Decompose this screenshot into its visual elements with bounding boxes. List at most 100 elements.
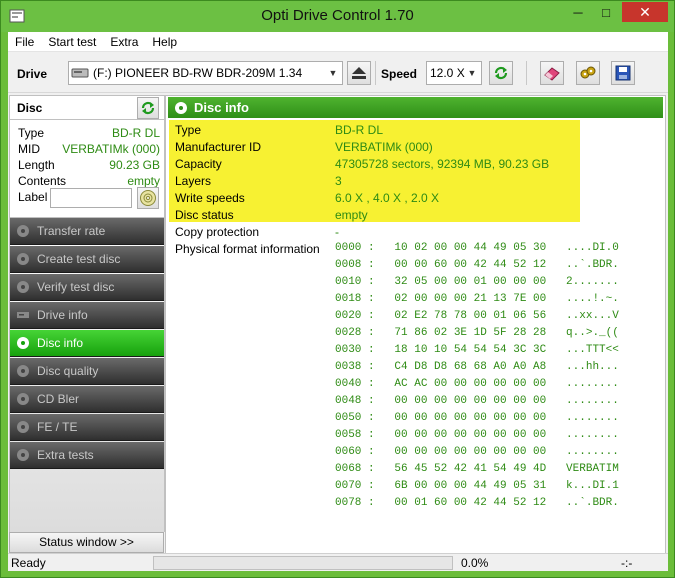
sidebar-item-label: FE / TE <box>37 420 78 434</box>
sidebar-item-disc-info[interactable]: Disc info <box>10 330 164 357</box>
info-value: 3 <box>335 174 342 188</box>
menu-help[interactable]: Help <box>145 35 184 49</box>
drive-icon <box>15 307 31 323</box>
sidebar-item-label: Transfer rate <box>37 224 106 238</box>
sidebar-item-extra-tests[interactable]: Extra tests <box>10 442 164 469</box>
menu-extra[interactable]: Extra <box>103 35 145 49</box>
title-bar[interactable]: Opti Drive Control 1.70 ─ □ ✕ <box>1 1 674 32</box>
hex-line: 0048 : 00 00 00 00 00 00 00 00 ........ <box>335 395 619 407</box>
chevron-down-icon[interactable]: ▼ <box>465 65 479 81</box>
menu-file[interactable]: File <box>8 35 41 49</box>
client-area: File Start test Extra Help Drive (F:) PI… <box>8 32 668 571</box>
apply-label-button[interactable] <box>137 187 159 209</box>
hex-line: 0008 : 00 00 60 00 42 44 52 12 ..`.BDR. <box>335 259 619 271</box>
info-row-type: Type BD-R DL <box>175 123 655 140</box>
gear-icon <box>580 66 596 79</box>
status-bar: Ready 0.0% -:- <box>8 553 668 571</box>
hex-line: 0070 : 6B 00 00 00 44 49 05 31 k...DI.1 <box>335 480 619 492</box>
settings-button[interactable] <box>576 61 600 85</box>
disc-summary-panel: Disc Type BD-R DL MID VERBATIMk (000) Le… <box>9 95 165 218</box>
disc-label-input[interactable] <box>50 188 132 208</box>
progress-text: 0.0% <box>461 556 489 570</box>
disc-type-row: Type BD-R DL <box>18 126 160 142</box>
refresh-disc-button[interactable] <box>137 97 159 119</box>
disc-mid-label: MID <box>18 142 40 156</box>
sidebar-item-label: CD Bler <box>37 392 80 406</box>
close-button[interactable]: ✕ <box>622 2 668 22</box>
info-row-manufacturer-id: Manufacturer ID VERBATIMk (000) <box>175 140 655 157</box>
sidebar-item-label: Create test disc <box>37 252 121 266</box>
disc-icon <box>15 447 31 463</box>
info-row-capacity: Capacity 47305728 sectors, 92394 MB, 90.2… <box>175 157 655 174</box>
hex-line: 0030 : 18 10 10 54 54 54 3C 3C ...TTT<< <box>335 344 619 356</box>
maximize-button[interactable]: □ <box>592 2 620 22</box>
disc-icon <box>15 391 31 407</box>
hex-line: 0020 : 02 E2 78 78 00 01 06 56 ..xx...V <box>335 310 619 322</box>
disc-contents-label: Contents <box>18 174 67 188</box>
sidebar-item-create-test-disc[interactable]: Create test disc <box>10 246 164 273</box>
sidebar-item-label: Disc info <box>37 336 84 350</box>
disc-contents-value: empty <box>127 174 160 188</box>
hex-line: 0060 : 00 00 00 00 00 00 00 00 ........ <box>335 446 619 458</box>
menu-start-test[interactable]: Start test <box>41 35 103 49</box>
app-window: Opti Drive Control 1.70 ─ □ ✕ File Start… <box>0 0 675 578</box>
sidebar-item-label: Disc quality <box>37 364 99 378</box>
info-row-disc-status: Disc status empty <box>175 208 655 225</box>
eraser-icon <box>544 67 560 81</box>
disc-icon <box>15 251 31 267</box>
info-value: 47305728 sectors, 92394 MB, 90.23 GB <box>335 157 550 171</box>
info-row-copy-protection: Copy protection - <box>175 225 655 242</box>
info-value: BD-R DL <box>335 123 384 137</box>
info-key: Disc status <box>175 208 234 222</box>
disc-panel-title: Disc <box>17 101 43 115</box>
info-value: 6.0 X , 4.0 X , 2.0 X <box>335 191 440 205</box>
drive-icon <box>71 68 89 78</box>
sidebar-item-fe-te[interactable]: FE / TE <box>10 414 164 441</box>
hex-line: 0000 : 10 02 00 00 44 49 05 30 ....DI.0 <box>335 242 619 254</box>
disc-info-panel: Disc info Type BD-R DL Manufacturer ID VER… <box>165 95 666 554</box>
info-value: - <box>335 225 339 239</box>
drive-select[interactable]: (F:) PIONEER BD-RW BDR-209M 1.34 ▼ <box>68 61 343 85</box>
eject-button[interactable] <box>347 61 371 85</box>
speed-label: Speed <box>381 67 418 81</box>
sidebar-item-verify-test-disc[interactable]: Verify test disc <box>10 274 164 301</box>
refresh-icon <box>494 66 508 80</box>
disc-length-label: Length <box>18 158 55 172</box>
info-value: VERBATIMk (000) <box>335 140 433 154</box>
disc-icon <box>140 190 156 206</box>
sidebar-item-label: Verify test disc <box>37 280 115 294</box>
refresh-icon <box>141 101 155 115</box>
erase-button[interactable] <box>540 61 564 85</box>
disc-icon <box>15 419 31 435</box>
disc-label-caption: Label <box>18 190 48 204</box>
sidebar-item-transfer-rate[interactable]: Transfer rate <box>10 218 164 245</box>
sidebar-item-drive-info[interactable]: Drive info <box>10 302 164 329</box>
sidebar-item-cd-bler[interactable]: CD Bler <box>10 386 164 413</box>
info-row-layers: Layers 3 <box>175 174 655 191</box>
status-window-button[interactable]: Status window >> <box>9 532 164 553</box>
status-text: Ready <box>11 556 46 570</box>
disc-type-value: BD-R DL <box>111 126 160 140</box>
save-button[interactable] <box>611 61 635 85</box>
hex-line: 0058 : 00 00 00 00 00 00 00 00 ........ <box>335 429 619 441</box>
toolbar: Drive (F:) PIONEER BD-RW BDR-209M 1.34 ▼… <box>8 53 668 93</box>
info-key: Type <box>175 123 202 137</box>
speed-select[interactable]: 12.0 X ▼ <box>426 61 482 85</box>
hex-line: 0078 : 00 01 60 00 42 44 52 12 ..`.BDR. <box>335 497 619 509</box>
hex-line: 0010 : 32 05 00 00 01 00 00 00 2....... <box>335 276 619 288</box>
sidebar-item-label: Drive info <box>37 308 88 322</box>
info-key: Copy protection <box>175 225 260 239</box>
disc-panel-header: Disc <box>10 96 164 120</box>
refresh-speed-button[interactable] <box>489 61 513 85</box>
hex-line: 0018 : 02 00 00 00 21 13 7E 00 ....!.~. <box>335 293 619 305</box>
menu-bar: File Start test Extra Help <box>8 32 668 52</box>
disc-type-label: Type <box>18 126 45 140</box>
sidebar-item-label: Extra tests <box>37 448 94 462</box>
save-icon <box>615 65 631 81</box>
hex-line: 0028 : 71 86 02 3E 1D 5F 28 28 q..>._(( <box>335 327 619 339</box>
drive-select-value: (F:) PIONEER BD-RW BDR-209M 1.34 <box>93 66 303 80</box>
sidebar-item-disc-quality[interactable]: Disc quality <box>10 358 164 385</box>
minimize-button[interactable]: ─ <box>564 2 592 22</box>
chevron-down-icon[interactable]: ▼ <box>326 65 340 81</box>
speed-select-value: 12.0 X <box>430 66 465 80</box>
